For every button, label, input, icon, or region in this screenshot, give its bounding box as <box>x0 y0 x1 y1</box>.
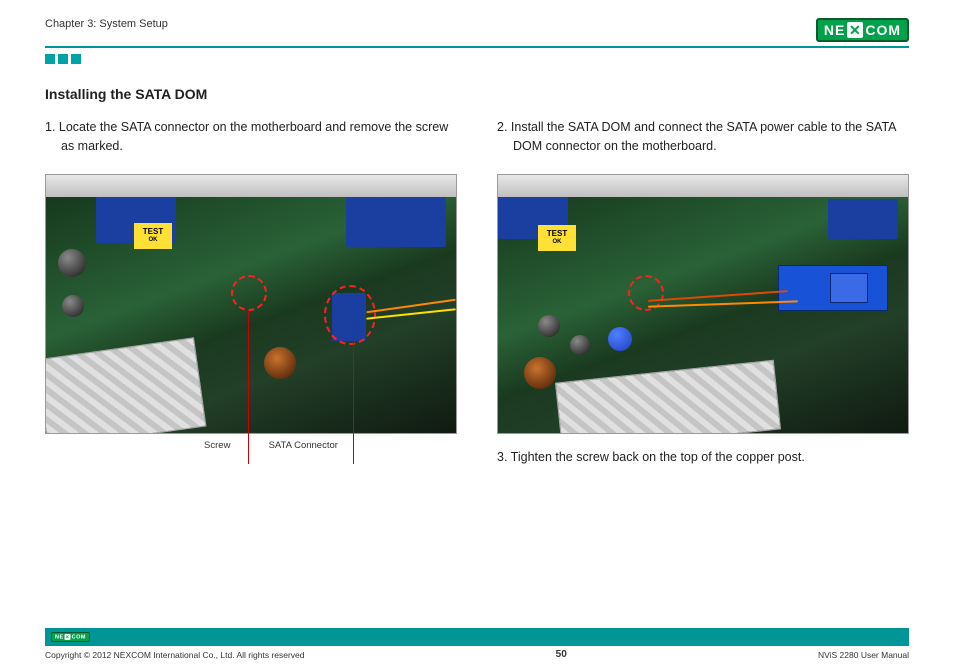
header-divider <box>45 46 909 48</box>
footer-logo: NE ✕ COM <box>51 632 90 642</box>
brand-text-left: NE <box>824 22 845 38</box>
step-2: 2. Install the SATA DOM and connect the … <box>497 118 909 156</box>
copyright-text: Copyright © 2012 NEXCOM International Co… <box>45 650 305 660</box>
chapter-title: Chapter 3: System Setup <box>45 18 168 30</box>
right-column: 2. Install the SATA DOM and connect the … <box>497 86 909 484</box>
doc-title: NViS 2280 User Manual <box>818 650 909 660</box>
page-footer: NE ✕ COM Copyright © 2012 NEXCOM Interna… <box>45 628 909 660</box>
step-1: 1. Locate the SATA connector on the moth… <box>45 118 457 156</box>
figure-2-motherboard: TESTOK <box>497 174 909 434</box>
page-number: 50 <box>556 649 567 660</box>
decorative-squares <box>45 54 909 64</box>
brand-logo: NE ✕ COM <box>816 18 909 42</box>
step-3: 3. Tighten the screw back on the top of … <box>497 448 909 467</box>
figure-1-motherboard: TESTOK <box>45 174 457 434</box>
left-column: Installing the SATA DOM 1. Locate the SA… <box>45 86 457 484</box>
section-title: Installing the SATA DOM <box>45 86 457 102</box>
test-ok-sticker-2: TESTOK <box>538 225 576 251</box>
brand-x-icon: ✕ <box>847 22 863 38</box>
brand-text-right: COM <box>865 22 901 38</box>
test-ok-sticker: TESTOK <box>134 223 172 249</box>
callout-sata-connector: SATA Connector <box>269 440 338 451</box>
content-area: Installing the SATA DOM 1. Locate the SA… <box>45 86 909 484</box>
callout-screw: Screw <box>204 440 230 451</box>
